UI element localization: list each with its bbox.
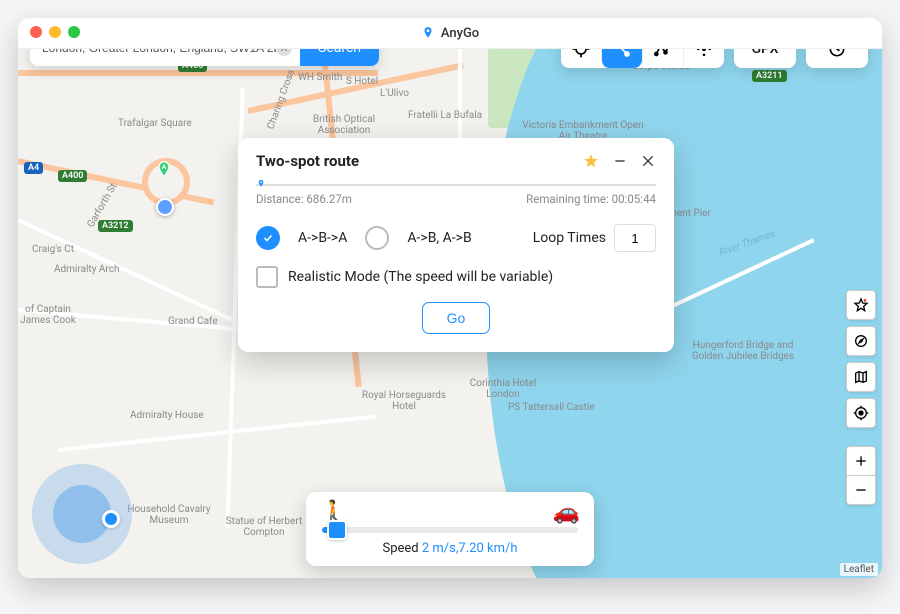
close-window[interactable] xyxy=(30,26,42,38)
favorite-route-button[interactable] xyxy=(582,152,600,170)
realistic-mode-label: Realistic Mode (The speed will be variab… xyxy=(288,269,553,285)
close-icon xyxy=(640,153,656,169)
app-title: AnyGo xyxy=(421,26,479,41)
loop-times-input[interactable] xyxy=(614,224,656,252)
favorites-button[interactable] xyxy=(846,290,876,320)
speed-value: 2 m/s,7.20 km/h xyxy=(422,541,518,556)
minimize-card-button[interactable] xyxy=(612,153,628,169)
realistic-mode-checkbox[interactable] xyxy=(256,266,278,288)
road-badge: A3212 xyxy=(98,220,133,232)
zoom-out-button[interactable] xyxy=(846,475,876,505)
fullscreen-window[interactable] xyxy=(68,26,80,38)
minimize-window[interactable] xyxy=(49,26,61,38)
side-tools xyxy=(846,290,876,505)
road-badge: A4 xyxy=(24,162,43,174)
route-card: Two-spot route Distance: 686.27m Remaini… xyxy=(238,138,674,352)
go-button[interactable]: Go xyxy=(422,302,491,334)
app-window: AnyGo A A400 A400 A4 A3212 A3211 Trafalg… xyxy=(18,18,882,578)
route-option-abab-radio[interactable] xyxy=(365,226,389,250)
route-option-abab-label: A->B, A->B xyxy=(407,230,471,246)
route-distance: Distance: 686.27m xyxy=(256,192,352,206)
window-controls xyxy=(30,26,80,38)
star-icon xyxy=(582,152,600,170)
zoom-in-button[interactable] xyxy=(846,446,876,475)
close-card-button[interactable] xyxy=(640,153,656,169)
minimize-icon xyxy=(612,153,628,169)
locate-icon xyxy=(853,405,869,421)
map-icon xyxy=(853,369,869,385)
titlebar: AnyGo xyxy=(18,18,882,49)
star-icon xyxy=(853,297,869,313)
road-badge: A400 xyxy=(58,170,87,182)
virtual-joystick[interactable] xyxy=(32,464,132,564)
speed-label: Speed xyxy=(382,541,418,556)
locate-button[interactable] xyxy=(846,398,876,428)
route-option-aba-radio[interactable] xyxy=(256,226,280,250)
loop-times-label: Loop Times xyxy=(533,230,606,246)
check-icon xyxy=(262,232,274,244)
app-title-text: AnyGo xyxy=(441,26,479,41)
svg-text:A: A xyxy=(162,163,167,171)
location-pin-icon: A xyxy=(154,160,174,180)
app-pin-icon xyxy=(421,26,435,40)
route-remaining: Remaining time: 00:05:44 xyxy=(526,192,656,206)
speed-slider-thumb[interactable] xyxy=(327,520,347,540)
compass-icon xyxy=(853,333,869,349)
route-card-title: Two-spot route xyxy=(256,152,359,170)
compass-button[interactable] xyxy=(846,326,876,356)
speed-slider[interactable] xyxy=(322,527,578,533)
car-icon: 🚗 xyxy=(553,500,580,525)
zoom-controls xyxy=(846,446,876,505)
map-attribution: Leaflet xyxy=(840,563,878,576)
route-option-aba-label: A->B->A xyxy=(298,230,347,246)
plus-icon xyxy=(853,453,869,469)
map-type-button[interactable] xyxy=(846,362,876,392)
route-start-pin-icon xyxy=(256,177,266,191)
road-badge: A3211 xyxy=(752,70,787,82)
minus-icon xyxy=(853,482,869,498)
speed-panel: 🚶 🚗 Speed 2 m/s,7.20 km/h xyxy=(306,492,594,566)
current-location-dot xyxy=(156,198,174,216)
route-progress-bar xyxy=(256,184,656,186)
